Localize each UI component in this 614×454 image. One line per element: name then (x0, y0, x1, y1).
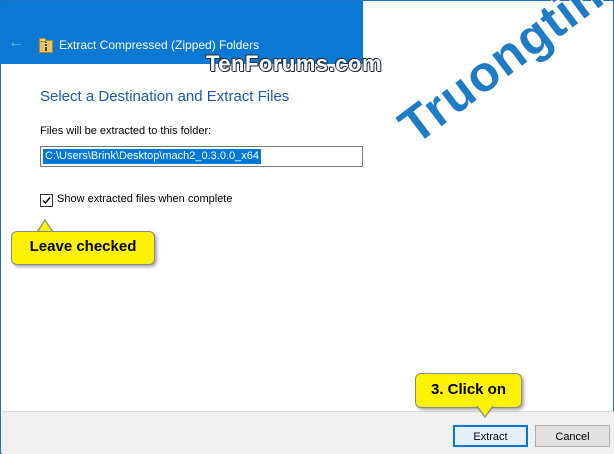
callout-tail-fill (477, 405, 493, 416)
show-extracted-files-label[interactable]: Show extracted files when complete (57, 193, 232, 205)
destination-path-value: C:\Users\Brink\Desktop\mach2_0.3.0.0_x64 (43, 149, 261, 164)
page-heading: Select a Destination and Extract Files (40, 88, 290, 105)
window-title: Extract Compressed (Zipped) Folders (59, 38, 260, 52)
leave-checked-callout: Leave checked (11, 231, 155, 265)
click-extract-callout: 3. Click on (415, 373, 522, 408)
destination-label: Files will be extracted to this folder: (40, 125, 212, 137)
tenforums-watermark: TenForums.com (206, 51, 383, 76)
checkmark-icon (42, 197, 51, 205)
extract-button[interactable]: Extract (453, 425, 528, 447)
back-arrow-icon[interactable]: ← (8, 35, 24, 51)
show-extracted-files-checkbox[interactable] (40, 194, 53, 207)
zip-folder-icon (39, 38, 53, 53)
destination-path-input[interactable]: C:\Users\Brink\Desktop\mach2_0.3.0.0_x64 (40, 146, 363, 167)
cancel-button[interactable]: Cancel (535, 425, 610, 447)
